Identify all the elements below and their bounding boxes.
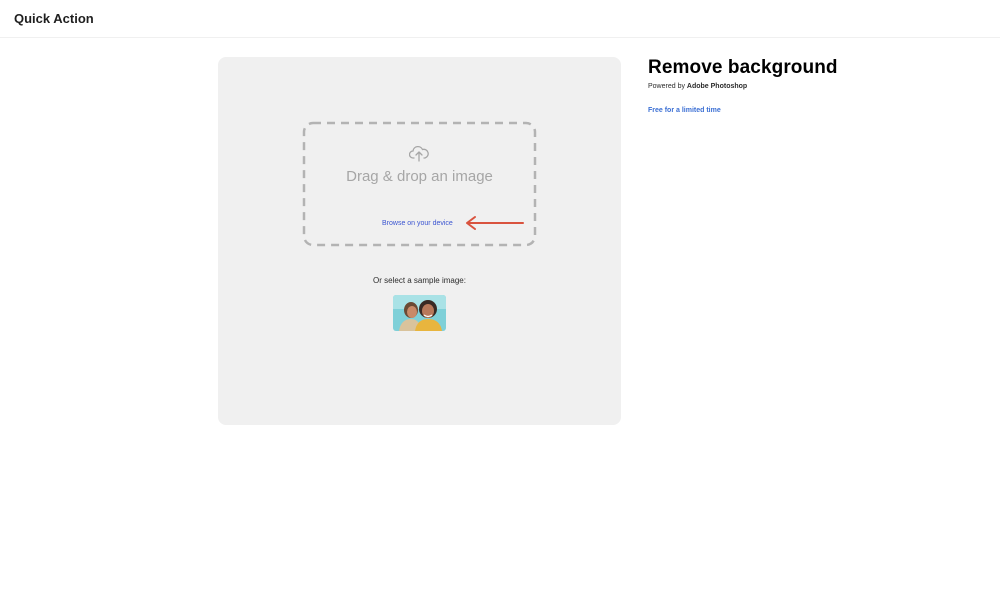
powered-by: Powered by Adobe Photoshop — [648, 83, 948, 90]
arrow-left-icon — [466, 216, 524, 230]
sample-image-thumbnail[interactable] — [393, 295, 446, 331]
upload-cloud-icon — [409, 145, 429, 162]
powered-prefix: Powered by — [648, 83, 685, 90]
sample-photo — [393, 295, 446, 331]
powered-brand: Adobe Photoshop — [686, 83, 748, 90]
page-title: Remove background — [648, 57, 838, 78]
upload-panel: Drag & drop an image Browse on your devi… — [218, 57, 621, 425]
drop-zone[interactable]: Drag & drop an image Browse on your devi… — [302, 121, 537, 247]
side-info: Remove background Powered by Adobe Photo… — [648, 57, 948, 114]
app-title: Quick Action — [14, 11, 94, 26]
promo-link[interactable]: Free for a limited time — [648, 107, 948, 114]
sample-label: Or select a sample image: — [373, 276, 466, 285]
top-bar: Quick Action — [0, 0, 1000, 38]
drop-label: Drag & drop an image — [346, 168, 493, 185]
browse-device-link[interactable]: Browse on your device — [382, 220, 453, 227]
